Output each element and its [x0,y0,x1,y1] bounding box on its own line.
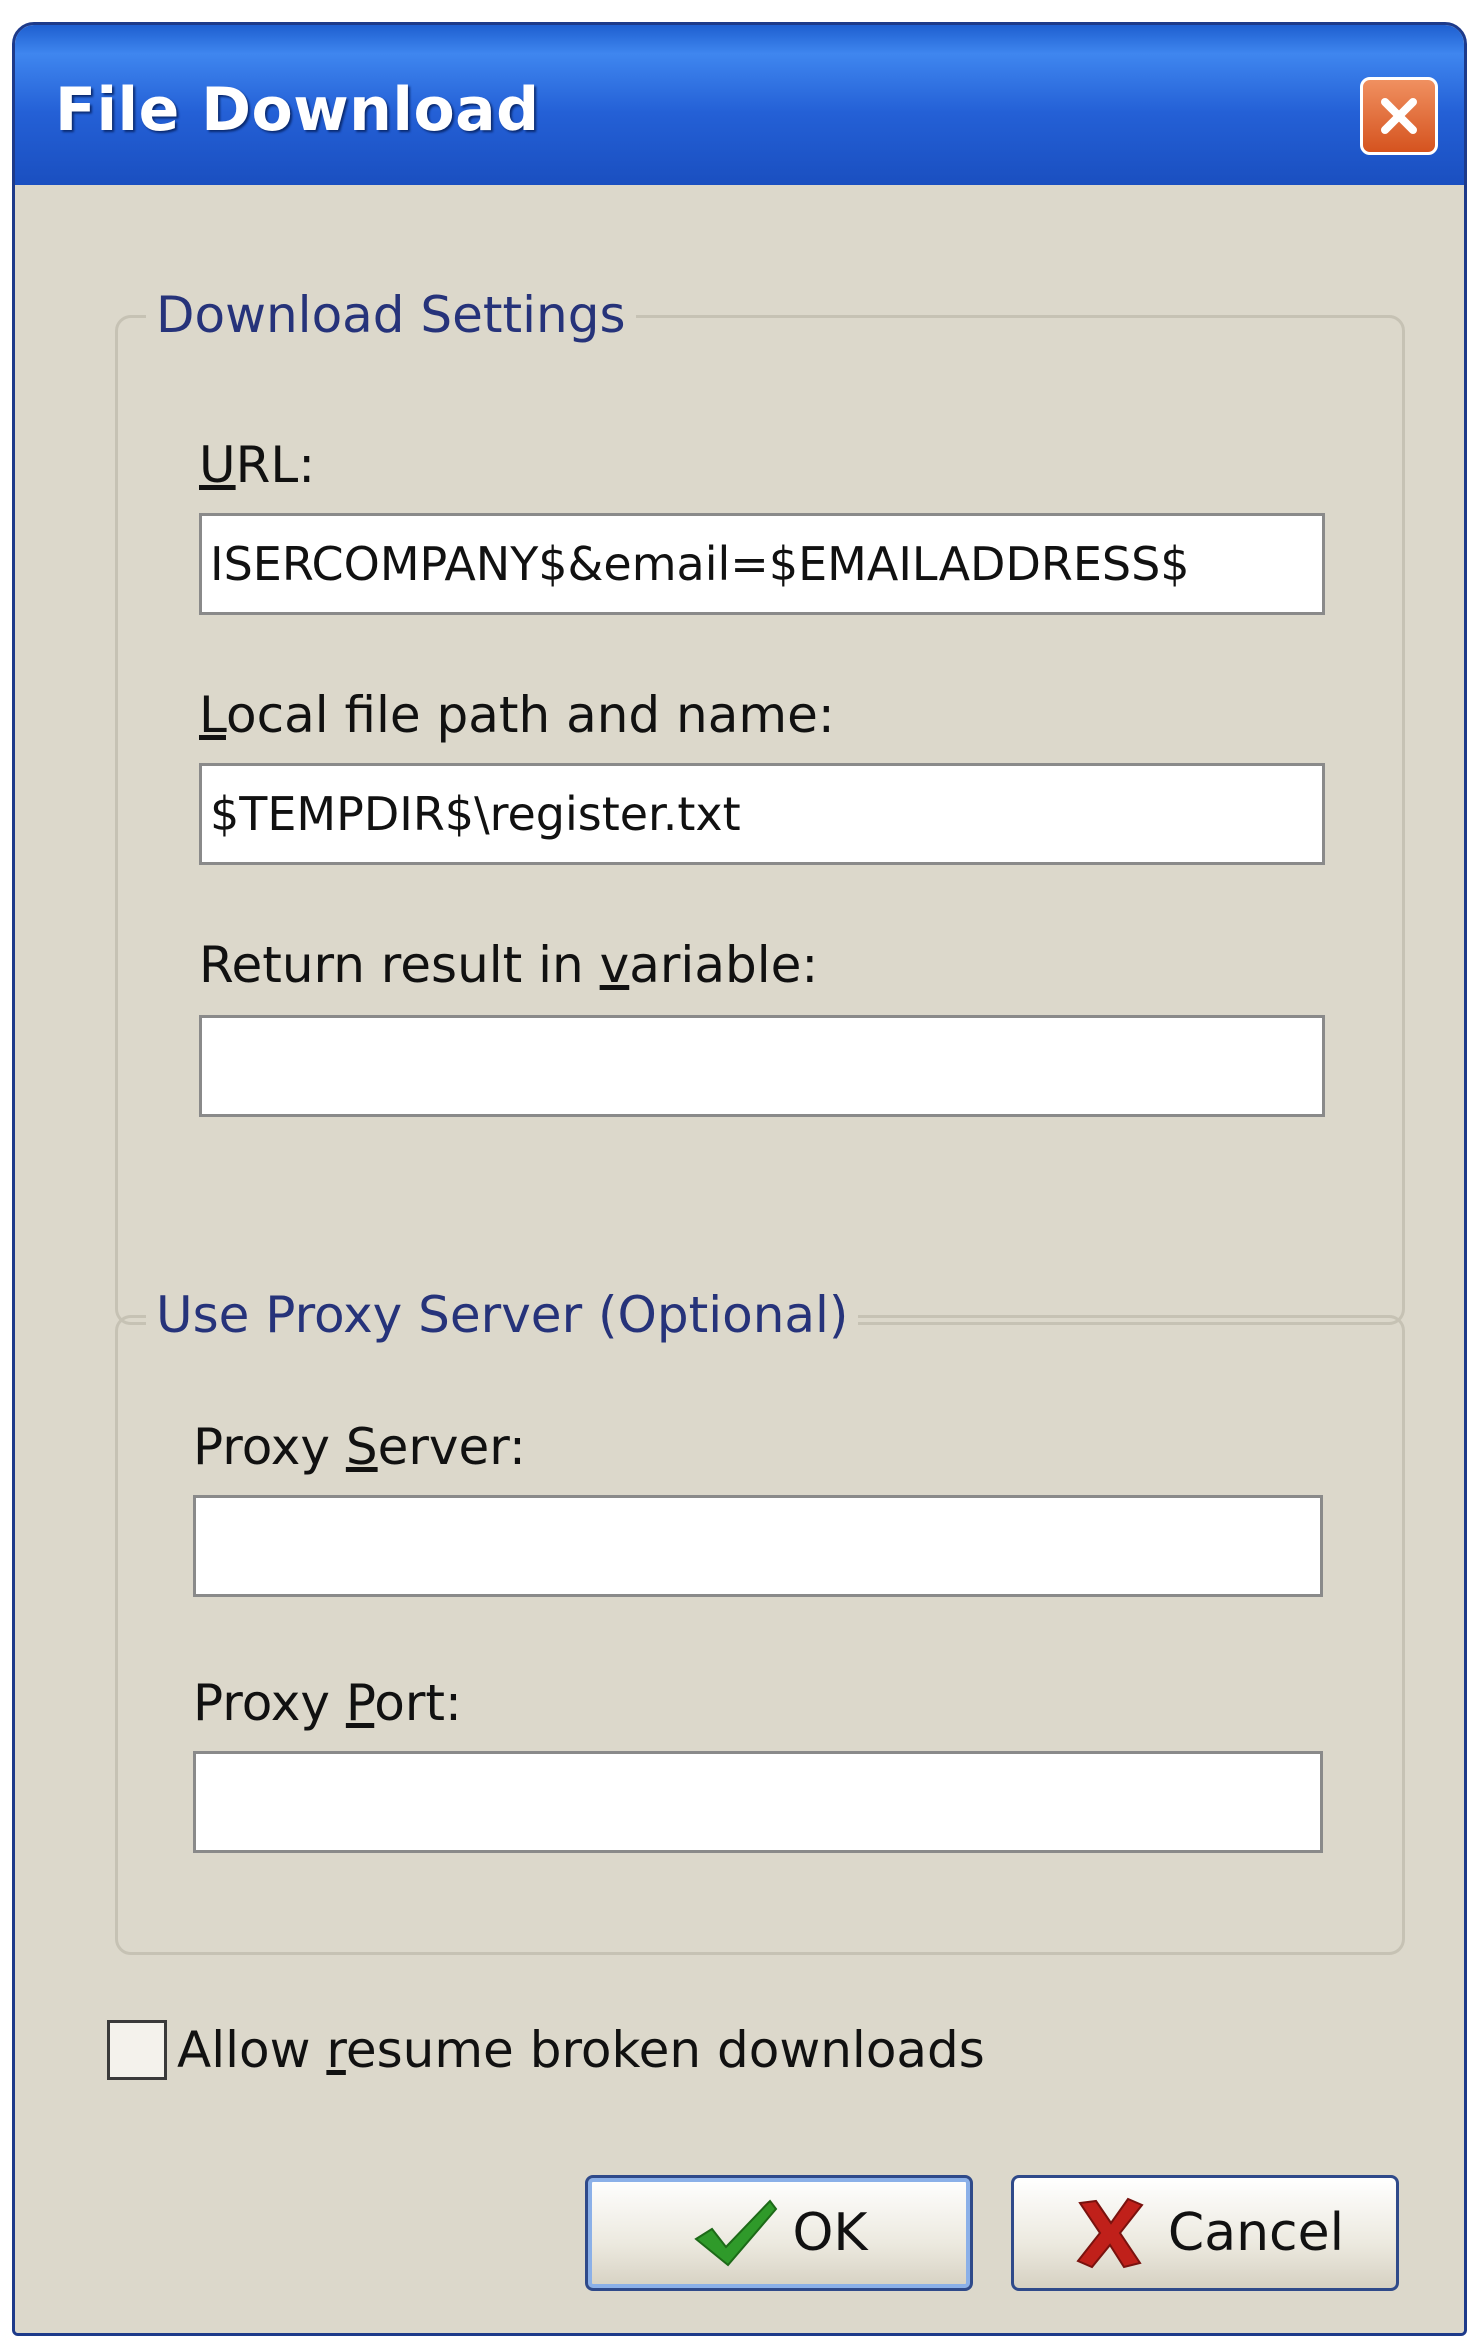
ok-label: OK [792,2203,868,2263]
url-label: URL: [199,436,316,494]
local-path-label: Local file path and name: [199,686,835,744]
download-settings-title: Download Settings [146,282,636,348]
return-variable-input[interactable] [199,1015,1325,1117]
cancel-label: Cancel [1167,2203,1345,2263]
proxy-server-input[interactable] [193,1495,1323,1597]
proxy-port-input[interactable] [193,1751,1323,1853]
proxy-group: Use Proxy Server (Optional) [115,1282,1405,1955]
title-bar[interactable]: File Download [15,25,1464,185]
proxy-group-title: Use Proxy Server (Optional) [146,1282,859,1348]
close-icon [1381,98,1417,134]
window-title: File Download [55,75,540,145]
url-input[interactable] [199,513,1325,615]
red-x-icon [1076,2197,1144,2269]
resume-downloads-label: Allow resume broken downloads [177,2021,985,2079]
ok-button[interactable]: OK [585,2175,973,2291]
proxy-server-label: Proxy Server: [193,1418,526,1476]
close-button[interactable] [1360,77,1438,155]
cancel-button[interactable]: Cancel [1011,2175,1399,2291]
file-download-dialog: File Download Download Settings URL: Loc… [12,22,1467,2336]
resume-downloads-checkbox[interactable] [107,2020,167,2080]
proxy-port-label: Proxy Port: [193,1674,462,1732]
local-path-input[interactable] [199,763,1325,865]
checkmark-icon [694,2199,778,2267]
return-variable-label: Return result in variable: [199,936,819,994]
resume-downloads-option[interactable]: Allow resume broken downloads [107,2020,985,2080]
dialog-body: Download Settings URL: Local file path a… [15,185,1464,2333]
